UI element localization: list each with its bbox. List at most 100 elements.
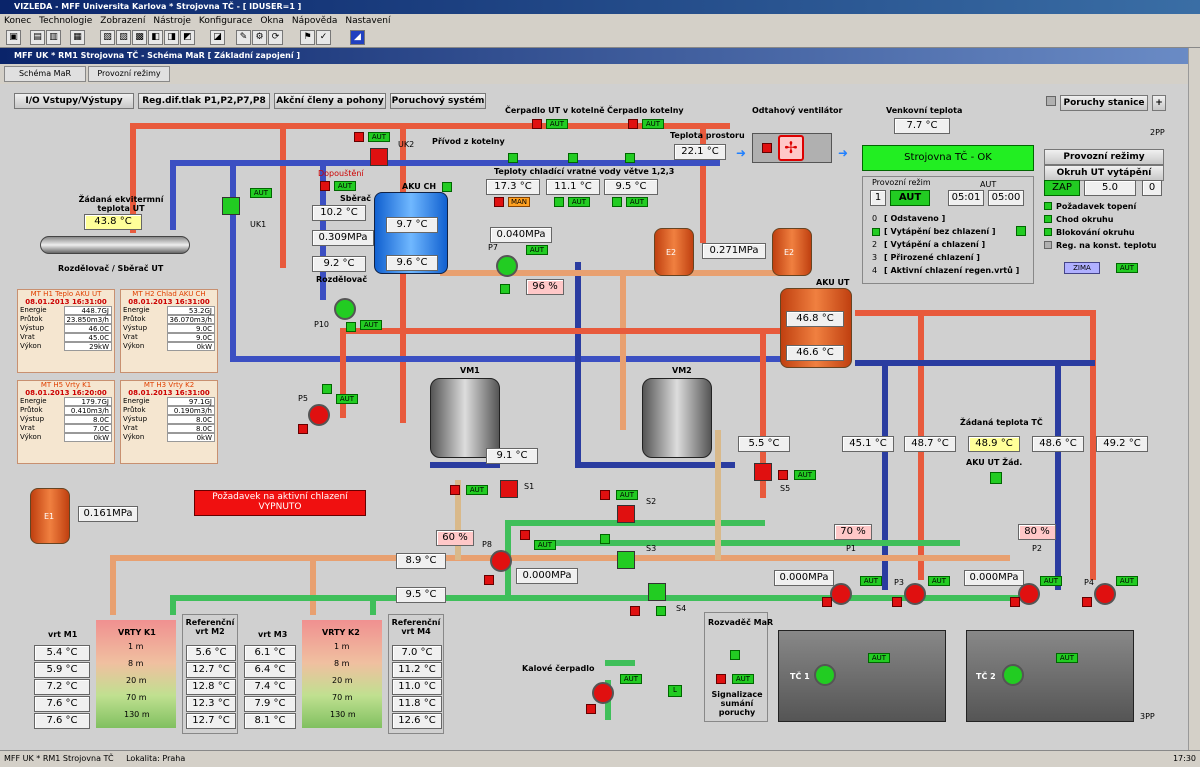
toolbar-icon[interactable]: ▥ <box>46 30 61 45</box>
mode-item[interactable]: [ Vytápění a chlazení ] <box>884 240 985 249</box>
aut-badge: AUT <box>250 188 272 198</box>
button-poruchy-stanice[interactable]: Poruchy stanice <box>1060 95 1148 111</box>
status-left: MFF UK * RM1 Strojovna TČ <box>4 754 114 763</box>
tab-provozni-rezimy[interactable]: Provozní režimy <box>88 66 170 82</box>
pump-p7-icon[interactable] <box>496 255 518 277</box>
label-e2: E2 <box>666 248 677 257</box>
menu-konec[interactable]: Konec <box>4 16 31 26</box>
menu-zobrazeni[interactable]: Zobrazení <box>100 16 145 26</box>
pump-p10-icon[interactable] <box>334 298 356 320</box>
toolbar-icon[interactable]: ◢ <box>350 30 365 45</box>
button-plus[interactable]: + <box>1152 95 1166 111</box>
meter-title: MT H3 Vrty K2 <box>143 381 195 389</box>
toolbar-icon[interactable]: ▦ <box>70 30 85 45</box>
pump-p2-icon[interactable] <box>1018 583 1040 605</box>
label-p8: P8 <box>482 540 492 549</box>
heat-exchanger-vm2 <box>642 378 712 458</box>
meter-row: Energie 97.1GJ <box>121 397 217 406</box>
toolbar-icon[interactable]: ◩ <box>180 30 195 45</box>
toolbar-icon[interactable]: ◪ <box>210 30 225 45</box>
value-setpoint[interactable]: 5.0 <box>1084 180 1136 196</box>
label-sberac: Sběrač <box>340 194 371 203</box>
menu-nastaveni[interactable]: Nastavení <box>345 16 390 26</box>
button-io[interactable]: I/O Vstupy/Výstupy <box>14 93 134 109</box>
pump-p4-icon[interactable] <box>1094 583 1116 605</box>
meter-title: MT H1 Teplo AKU UT <box>30 290 102 298</box>
menu-technologie[interactable]: Technologie <box>39 16 92 26</box>
meter-row: Výstup 8.0C <box>121 415 217 424</box>
compressor-tc2-icon[interactable] <box>1002 664 1024 686</box>
label-p2: P2 <box>1032 544 1042 553</box>
button-provozni-rezimy[interactable]: Provozní režimy <box>1044 149 1164 165</box>
depth-label: 130 m <box>330 710 356 719</box>
toolbar-icon[interactable]: ⟳ <box>268 30 283 45</box>
value-m4: 11.8 °C <box>392 696 442 712</box>
pump-p1-icon[interactable] <box>830 583 852 605</box>
valve-s5-icon[interactable] <box>754 463 772 481</box>
mode-item[interactable]: [ Přirozené chlazení ] <box>884 253 980 262</box>
button-regdif[interactable]: Reg.dif.tlak P1,P2,P7,P8 <box>138 93 270 109</box>
button-akcni[interactable]: Akční členy a pohony <box>274 93 386 109</box>
status-indicator <box>600 490 610 500</box>
status-indicator <box>762 143 772 153</box>
pump-p8-icon[interactable] <box>490 550 512 572</box>
toolbar-icon[interactable]: ✎ <box>236 30 251 45</box>
toolbar-icon[interactable]: ◧ <box>148 30 163 45</box>
status-indicator <box>508 153 518 163</box>
valve-s2-icon[interactable] <box>617 505 635 523</box>
label-s1: S1 <box>524 482 535 491</box>
compressor-tc1-icon[interactable] <box>814 664 836 686</box>
label-vm2: VM2 <box>672 366 692 375</box>
toolbar-icon[interactable]: ⚙ <box>252 30 267 45</box>
heat-exchanger-vm1 <box>430 378 500 458</box>
mode-badge: AUT <box>890 190 930 206</box>
meter-title: MT H2 Chlad AKU CH <box>132 290 206 298</box>
label-tc1: TČ 1 <box>790 672 810 681</box>
menu-nastroje[interactable]: Nástroje <box>153 16 191 26</box>
toolbar-icon[interactable]: ◨ <box>164 30 179 45</box>
pump-kalove-icon[interactable] <box>592 682 614 704</box>
zap-badge[interactable]: ZAP <box>1044 180 1080 196</box>
label-reg-konst: Reg. na konst. teplotu <box>1056 241 1157 250</box>
status-indicator <box>628 119 638 129</box>
toolbar-icon[interactable]: ✓ <box>316 30 331 45</box>
mode-item[interactable]: [ Aktivní chlazení regen.vrtů ] <box>884 266 1019 275</box>
mode-item[interactable]: [ Odstaveno ] <box>884 214 945 223</box>
meter-row: Energie 179.7GJ <box>18 397 114 406</box>
valve-s4-icon[interactable] <box>648 583 666 601</box>
menu-napoveda[interactable]: Nápověda <box>292 16 338 26</box>
meter-block: MT H5 Vrty K1 08.01.2013 16:20:00 Energi… <box>17 380 115 464</box>
value-p8-pct: 60 % <box>436 530 474 546</box>
aut-badge: AUT <box>620 674 642 684</box>
pump-p3-icon[interactable] <box>904 583 926 605</box>
toolbar-icon[interactable]: ⚑ <box>300 30 315 45</box>
toolbar-icon[interactable]: ▩ <box>132 30 147 45</box>
label-e2: E2 <box>784 248 795 257</box>
aut-badge: AUT <box>794 470 816 480</box>
valve-s1-icon[interactable] <box>500 480 518 498</box>
toolbar-icon[interactable]: ▣ <box>6 30 21 45</box>
label-aku-zad: AKU UT Žád. <box>966 458 1023 467</box>
menu-okna[interactable]: Okna <box>260 16 284 26</box>
vertical-scrollbar[interactable] <box>1188 48 1200 750</box>
pump-p5-icon[interactable] <box>308 404 330 426</box>
button-poruchovy[interactable]: Poruchový systém <box>390 93 486 109</box>
valve-uk1-icon[interactable] <box>222 197 240 215</box>
button-okruh-ut[interactable]: Okruh UT vytápění <box>1044 165 1164 181</box>
mode-item[interactable]: [ Vytápění bez chlazení ] <box>884 227 996 236</box>
toolbar-icon[interactable]: ▧ <box>100 30 115 45</box>
valve-s3-icon[interactable] <box>617 551 635 569</box>
toolbar-icon[interactable]: ▨ <box>116 30 131 45</box>
label-s2: S2 <box>646 497 657 506</box>
status-indicator <box>484 575 494 585</box>
tab-schema-mar[interactable]: Schéma MaR <box>4 66 86 82</box>
meter-block: MT H2 Chlad AKU CH 08.01.2013 16:31:00 E… <box>120 289 218 373</box>
menu-konfigurace[interactable]: Konfigurace <box>199 16 252 26</box>
status-indicator <box>450 485 460 495</box>
valve-uk2-icon[interactable] <box>370 148 388 166</box>
meter-row: Výstup 9.0C <box>121 324 217 333</box>
status-indicator <box>346 322 356 332</box>
toolbar-icon[interactable]: ▤ <box>30 30 45 45</box>
value-489: 48.9 °C <box>968 436 1020 452</box>
label-p5: P5 <box>298 394 308 403</box>
